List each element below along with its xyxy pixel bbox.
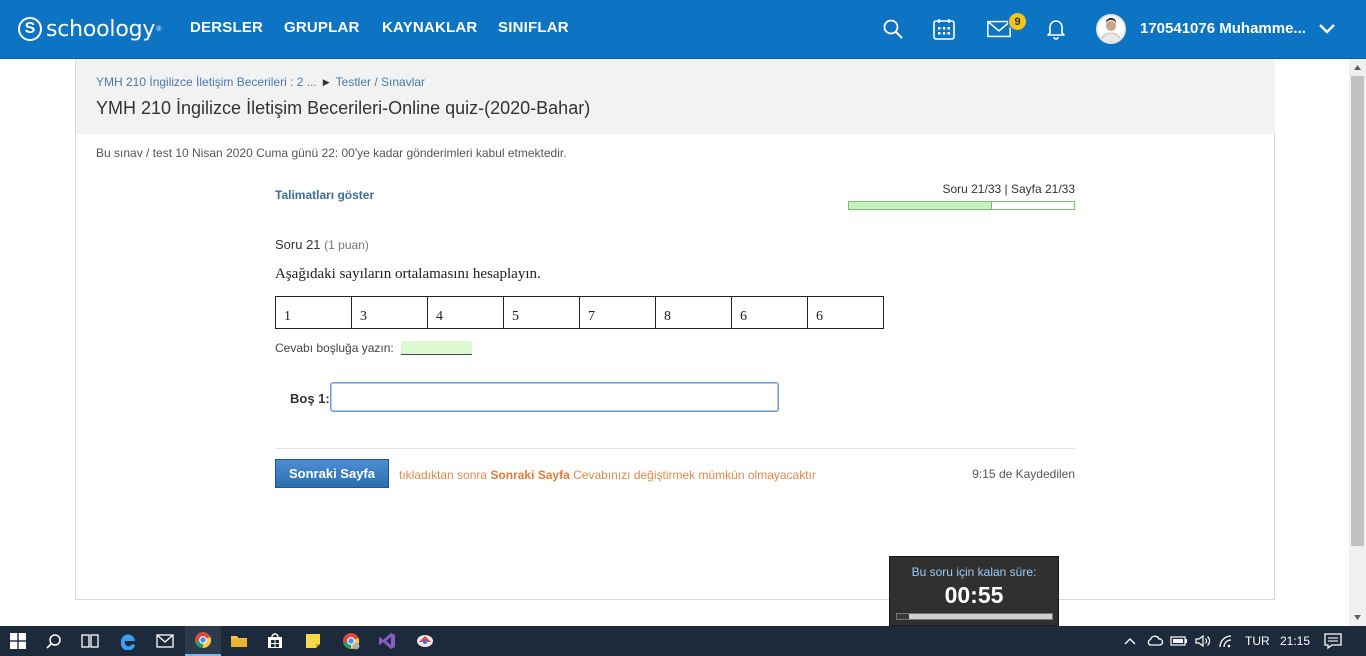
next-page-button[interactable]: Sonraki Sayfa (275, 459, 389, 488)
notifications-bell-icon[interactable] (1043, 16, 1069, 42)
user-avatar[interactable] (1096, 14, 1126, 44)
number-cell: 3 (351, 296, 428, 329)
brand-name: schoology (46, 16, 156, 42)
edge-browser-icon[interactable] (110, 626, 146, 656)
saved-status: 9:15 de Kaydedilen (972, 467, 1075, 481)
page-scrollbar[interactable] (1349, 59, 1366, 626)
onedrive-icon[interactable] (1146, 626, 1164, 656)
breadcrumb-separator-icon: ▶ (322, 76, 330, 87)
number-cell: 1 (275, 296, 352, 329)
breadcrumb-section-link[interactable]: Testler / Sınavlar (336, 75, 425, 89)
tray-chevron-up-icon[interactable] (1123, 626, 1137, 656)
numbers-table: 1 3 4 5 7 8 6 6 (275, 296, 884, 329)
language-indicator[interactable]: TUR (1245, 626, 1270, 656)
number-cell: 5 (503, 296, 580, 329)
blank-1-answer-input[interactable] (330, 382, 779, 412)
timer-progress-fill (897, 614, 910, 619)
chrome-profile-icon[interactable] (333, 626, 369, 656)
mail-icon[interactable] (147, 626, 183, 656)
messages-badge: 9 (1008, 12, 1027, 31)
question-header: Soru 21 (1 puan) (275, 237, 369, 252)
timer-label: Bu soru için kalan süre: (911, 565, 1037, 579)
chrome-icon[interactable] (185, 626, 221, 656)
search-icon[interactable] (880, 16, 906, 42)
quiz-page: YMH 210 İngilizce İletişim Becerileri : … (75, 59, 1275, 600)
search-icon[interactable] (36, 626, 72, 656)
nav-siniflar[interactable]: SINIFLAR (498, 19, 569, 36)
next-warning-pre: tıkladıktan sonra (399, 468, 488, 482)
show-instructions-link[interactable]: Talimatları göster (275, 188, 374, 202)
app-icon[interactable] (407, 626, 443, 656)
breadcrumb-course-link[interactable]: YMH 210 İngilizce İletişim Becerileri : … (96, 75, 317, 89)
question-points: (1 puan) (324, 238, 369, 252)
schoology-s-icon: S (18, 17, 42, 41)
nav-kaynaklar[interactable]: KAYNAKLAR (382, 19, 477, 36)
action-center-icon[interactable] (1324, 626, 1342, 656)
task-view-icon[interactable] (72, 626, 108, 656)
wifi-icon[interactable] (1218, 626, 1236, 656)
inline-blank-slot (400, 341, 472, 355)
breadcrumb: YMH 210 İngilizce İletişim Becerileri : … (96, 75, 425, 89)
next-warning-post: Cevabınızı değiştirmek mümkün olmayacakt… (573, 468, 816, 482)
blank-1-label: Boş 1: (290, 391, 330, 406)
progress-bar (848, 201, 1075, 210)
question-timer: Bu soru için kalan süre: 00:55 (889, 556, 1059, 626)
submission-deadline-notice: Bu sınav / test 10 Nisan 2020 Cuma günü … (96, 146, 567, 160)
table-row: 1 3 4 5 7 8 6 6 (275, 296, 884, 329)
number-cell: 8 (655, 296, 732, 329)
progress-bar-fill (849, 202, 993, 209)
divider (275, 448, 1075, 449)
next-page-warning: tıkladıktan sonra Sonraki Sayfa Cevabını… (399, 468, 816, 482)
fill-in-prompt: Cevabı boşluğa yazın: (275, 341, 472, 355)
windows-start-icon[interactable] (0, 626, 36, 656)
brand-trademark: ® (156, 25, 162, 33)
progress-label: Soru 21/33 | Sayfa 21/33 (942, 182, 1075, 196)
file-explorer-icon[interactable] (221, 626, 257, 656)
page-title: YMH 210 İngilizce İletişim Becerileri-On… (96, 98, 591, 118)
schoology-logo[interactable]: S schoology ® (18, 14, 161, 44)
nav-dersler[interactable]: DERSLER (190, 19, 263, 36)
page-header: YMH 210 İngilizce İletişim Becerileri : … (76, 59, 1275, 134)
battery-icon[interactable] (1170, 626, 1188, 656)
scrollbar-thumb[interactable] (1351, 76, 1364, 546)
fill-in-prompt-text: Cevabı boşluğa yazın: (275, 341, 394, 355)
timer-value: 00:55 (944, 582, 1004, 608)
volume-icon[interactable] (1194, 626, 1212, 656)
question-title: Soru 21 (275, 237, 321, 252)
scroll-down-arrow-icon[interactable] (1349, 609, 1366, 626)
sticky-notes-icon[interactable] (295, 626, 331, 656)
timer-progress-track (896, 613, 1053, 620)
store-icon[interactable] (257, 626, 293, 656)
number-cell: 7 (579, 296, 656, 329)
windows-taskbar: TUR 21:15 (0, 626, 1366, 656)
taskbar-clock[interactable]: 21:15 (1280, 626, 1310, 656)
visual-studio-icon[interactable] (369, 626, 405, 656)
next-warning-bold: Sonraki Sayfa (490, 468, 570, 482)
scroll-up-arrow-icon[interactable] (1349, 59, 1366, 76)
calendar-icon[interactable] (931, 16, 957, 42)
number-cell: 6 (731, 296, 808, 329)
number-cell: 6 (807, 296, 884, 329)
user-name[interactable]: 170541076 Muhamme... (1140, 20, 1310, 37)
number-cell: 4 (427, 296, 504, 329)
nav-gruplar[interactable]: GRUPLAR (284, 19, 360, 36)
question-text: Aşağıdaki sayıların ortalamasını hesapla… (275, 266, 541, 282)
top-navbar: S schoology ® DERSLER GRUPLAR KAYNAKLAR … (0, 0, 1366, 59)
chevron-down-icon[interactable] (1318, 22, 1336, 36)
